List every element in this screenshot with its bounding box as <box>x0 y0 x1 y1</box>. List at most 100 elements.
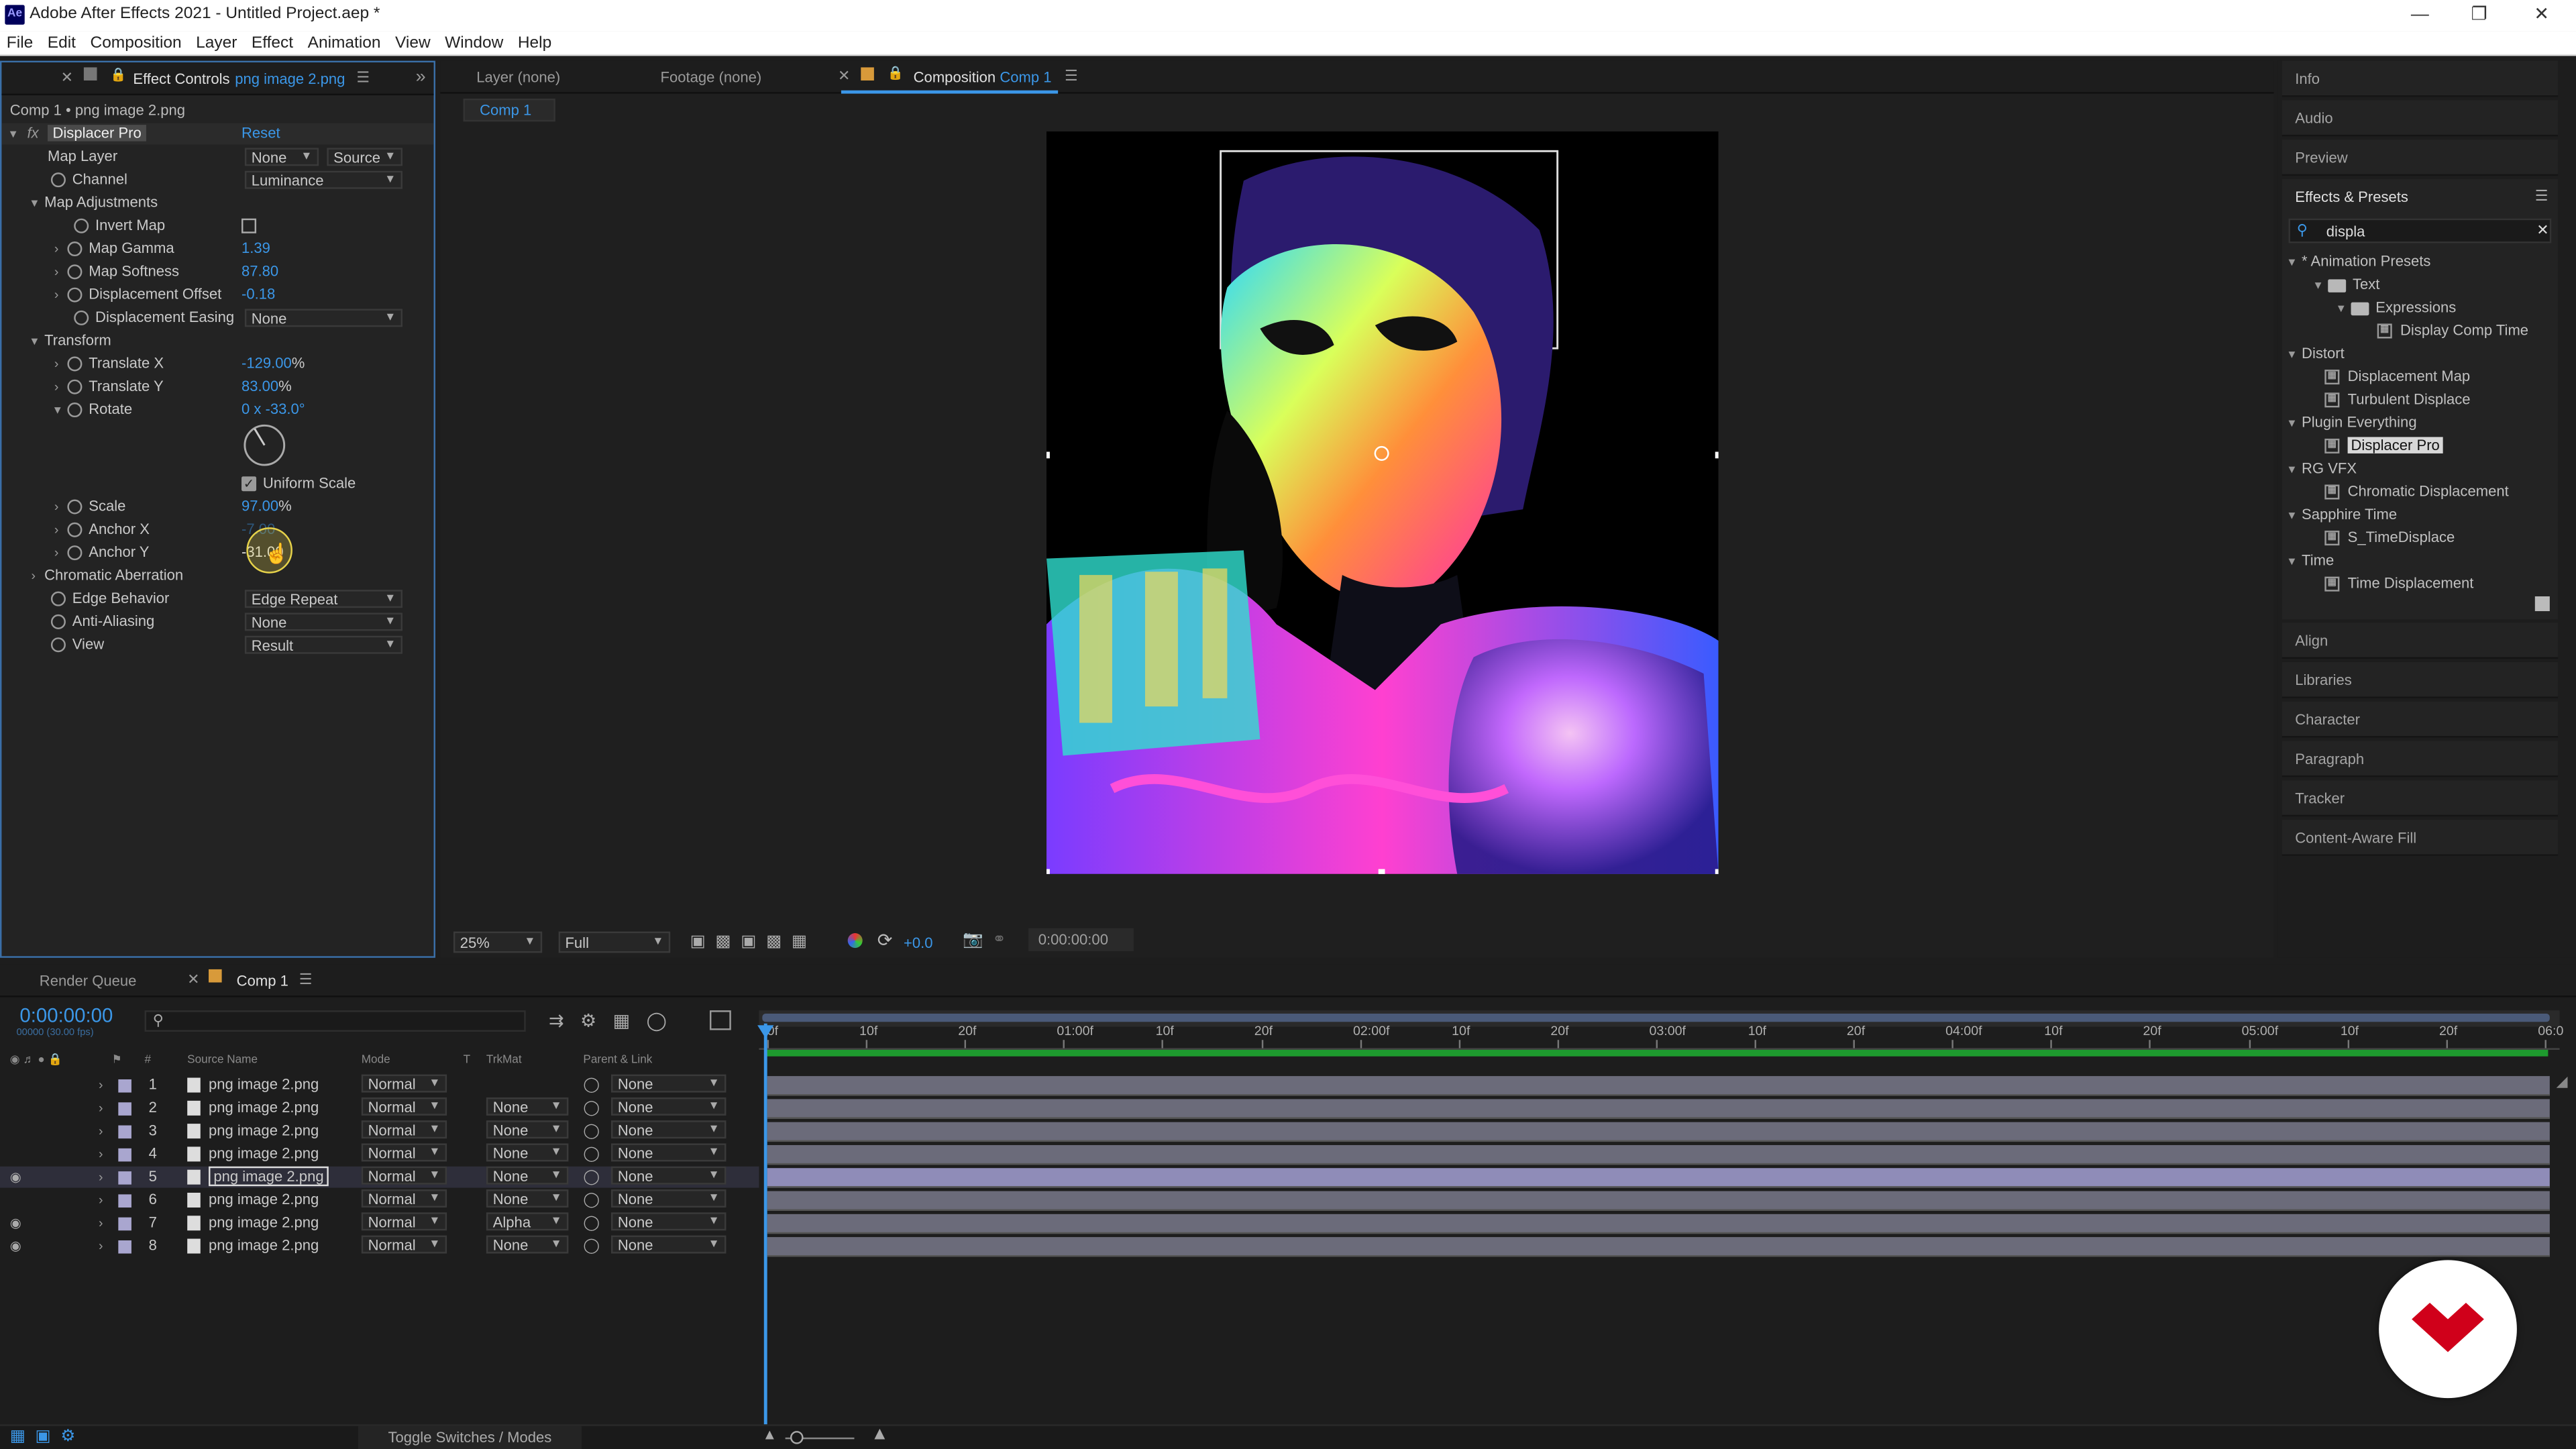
stopwatch-icon[interactable] <box>74 219 89 234</box>
collapse-icon[interactable]: ▾ <box>2288 252 2302 273</box>
expand-icon[interactable]: › <box>99 1167 103 1188</box>
stopwatch-icon[interactable] <box>67 356 83 372</box>
translate-y-field[interactable]: 83.00% <box>241 376 292 398</box>
panel-menu-icon[interactable]: ☰ <box>356 69 370 87</box>
tab-layer[interactable]: Layer (none) <box>476 69 560 85</box>
blend-mode-dropdown[interactable]: Normal ▼ <box>361 1235 447 1254</box>
content-aware-fill-panel-tab[interactable]: Content-Aware Fill <box>2282 820 2559 856</box>
layer-duration-bar[interactable] <box>767 1099 2550 1119</box>
layer-source-name[interactable]: png image 2.png <box>187 1120 319 1142</box>
stopwatch-icon[interactable] <box>67 380 83 395</box>
blend-mode-dropdown[interactable]: Normal ▼ <box>361 1143 447 1162</box>
zoom-out-icon[interactable]: ▲ <box>762 1426 777 1442</box>
tab-footage[interactable]: Footage (none) <box>660 69 761 85</box>
map-layer-dropdown[interactable]: None ▼ <box>244 148 319 166</box>
libraries-panel-tab[interactable]: Libraries <box>2282 661 2559 698</box>
rotate-value[interactable]: 0 x -33.0° <box>241 399 305 421</box>
pick-whip-icon[interactable]: ◯ <box>583 1097 600 1119</box>
tree-turbulent-displace[interactable]: ▦ Turbulent Displace <box>2324 389 2471 411</box>
pick-whip-icon[interactable]: ◯ <box>583 1120 600 1142</box>
handle-bottom-left[interactable] <box>1046 869 1050 874</box>
tab-composition[interactable]: Composition Comp 1 <box>914 69 1052 85</box>
menu-layer[interactable]: Layer <box>196 32 237 56</box>
collapse-icon[interactable]: ▾ <box>2288 413 2302 434</box>
rotation-dial[interactable] <box>240 422 289 471</box>
blend-mode-dropdown[interactable]: Normal ▼ <box>361 1097 447 1116</box>
expand-icon[interactable]: › <box>54 238 68 260</box>
layer-source-name[interactable]: png image 2.png <box>187 1144 319 1165</box>
label-color-icon[interactable] <box>118 1079 131 1093</box>
character-panel-tab[interactable]: Character <box>2282 701 2559 738</box>
snapshot-icon[interactable]: 📷 <box>963 932 983 950</box>
info-panel-tab[interactable]: Info <box>2282 60 2559 97</box>
expand-icon[interactable]: › <box>99 1097 103 1119</box>
tree-text[interactable]: ▾ Text <box>2315 274 2380 296</box>
fx-icon[interactable]: fx <box>27 125 38 141</box>
map-softness-value[interactable]: 87.80 <box>241 261 278 282</box>
stopwatch-icon[interactable] <box>67 402 83 418</box>
layer-duration-bar[interactable] <box>767 1237 2550 1257</box>
expand-icon[interactable]: › <box>99 1236 103 1257</box>
uniform-scale-checkbox[interactable]: ✓ <box>241 476 257 492</box>
menu-animation[interactable]: Animation <box>308 32 381 56</box>
layer-duration-bar[interactable] <box>767 1214 2550 1234</box>
stopwatch-icon[interactable] <box>50 614 66 630</box>
exposure-value[interactable]: +0.0 <box>904 934 933 951</box>
layer-source-name[interactable]: png image 2.png <box>187 1212 319 1234</box>
label-color-icon[interactable] <box>118 1125 131 1139</box>
layer-row[interactable]: ◉ › 5 png image 2.png Normal ▼ None ▼ ◯ None ▼ <box>0 1166 759 1188</box>
tree-time-displacement[interactable]: ▦ Time Displacement <box>2324 574 2473 595</box>
blend-mode-dropdown[interactable]: Normal ▼ <box>361 1120 447 1139</box>
blend-mode-dropdown[interactable]: Normal ▼ <box>361 1189 447 1208</box>
source-dropdown[interactable]: Source ▼ <box>327 148 403 166</box>
expand-icon[interactable]: › <box>99 1212 103 1234</box>
color-channel-icon[interactable] <box>847 933 863 949</box>
tab-render-queue[interactable]: Render Queue <box>40 973 137 989</box>
layer-source-name[interactable]: png image 2.png <box>187 1189 319 1211</box>
timeline-mode-icons[interactable]: ▦▣⚙ <box>10 1428 85 1446</box>
handle-left[interactable] <box>1046 451 1050 459</box>
menu-file[interactable]: File <box>7 32 33 56</box>
menu-composition[interactable]: Composition <box>91 32 182 56</box>
expand-icon[interactable]: › <box>54 284 68 306</box>
panel-menu-icon[interactable]: ☰ <box>1065 67 1078 85</box>
tree-expressions[interactable]: ▾ Expressions <box>2338 297 2456 319</box>
layer-duration-bar[interactable] <box>767 1168 2550 1188</box>
handle-right[interactable] <box>1715 451 1719 459</box>
tree-rg-vfx[interactable]: ▾ RG VFX <box>2288 458 2357 480</box>
translate-x-value[interactable]: -129.00 <box>241 355 292 371</box>
layer-row[interactable]: › 2 png image 2.png Normal ▼ None ▼ ◯ None ▼ <box>0 1097 759 1119</box>
header-source-name[interactable]: Source Name <box>187 1055 258 1066</box>
label-color-icon[interactable] <box>118 1194 131 1208</box>
parent-dropdown[interactable]: None ▼ <box>611 1143 727 1162</box>
parent-dropdown[interactable]: None ▼ <box>611 1212 727 1231</box>
show-snapshot-icon[interactable]: ⚭ <box>992 932 1006 950</box>
viewer-toggle-icons[interactable]: ▣▩▣▩▦ <box>690 933 817 951</box>
blend-mode-dropdown[interactable]: Normal ▼ <box>361 1166 447 1185</box>
graph-editor-icon[interactable] <box>709 1010 731 1030</box>
pick-whip-icon[interactable]: ◯ <box>583 1236 600 1257</box>
parent-dropdown[interactable]: None ▼ <box>611 1189 727 1208</box>
pick-whip-icon[interactable]: ◯ <box>583 1212 600 1234</box>
layer-row[interactable]: ◉ › 7 png image 2.png Normal ▼ Alpha ▼ ◯ None ▼ <box>0 1212 759 1234</box>
tree-sapphire-time[interactable]: ▾ Sapphire Time <box>2288 504 2397 526</box>
stopwatch-icon[interactable] <box>50 637 66 653</box>
close-tab-icon[interactable]: ✕ <box>61 69 73 87</box>
layer-row[interactable]: ◉ › 8 png image 2.png Normal ▼ None ▼ ◯ None ▼ <box>0 1235 759 1257</box>
tab-layer-name[interactable]: png image 2.png <box>235 70 345 87</box>
pick-whip-icon[interactable]: ◯ <box>583 1167 600 1188</box>
collapse-icon[interactable]: ▾ <box>2288 504 2302 526</box>
track-matte-dropdown[interactable]: None ▼ <box>486 1120 569 1139</box>
toggle-switches-modes-button[interactable]: Toggle Switches / Modes <box>358 1426 582 1449</box>
pick-whip-icon[interactable]: ◯ <box>583 1189 600 1211</box>
expand-icon[interactable]: › <box>99 1120 103 1142</box>
parent-dropdown[interactable]: None ▼ <box>611 1166 727 1185</box>
eye-icon[interactable]: ◉ <box>10 1212 21 1234</box>
layer-row[interactable]: › 4 png image 2.png Normal ▼ None ▼ ◯ None ▼ <box>0 1143 759 1165</box>
stopwatch-icon[interactable] <box>67 264 83 280</box>
expand-icon[interactable]: › <box>54 519 68 541</box>
layer-row[interactable]: › 6 png image 2.png Normal ▼ None ▼ ◯ None ▼ <box>0 1189 759 1211</box>
parent-dropdown[interactable]: None ▼ <box>611 1097 727 1116</box>
stopwatch-icon[interactable] <box>67 241 83 257</box>
label-color-icon[interactable] <box>118 1240 131 1254</box>
